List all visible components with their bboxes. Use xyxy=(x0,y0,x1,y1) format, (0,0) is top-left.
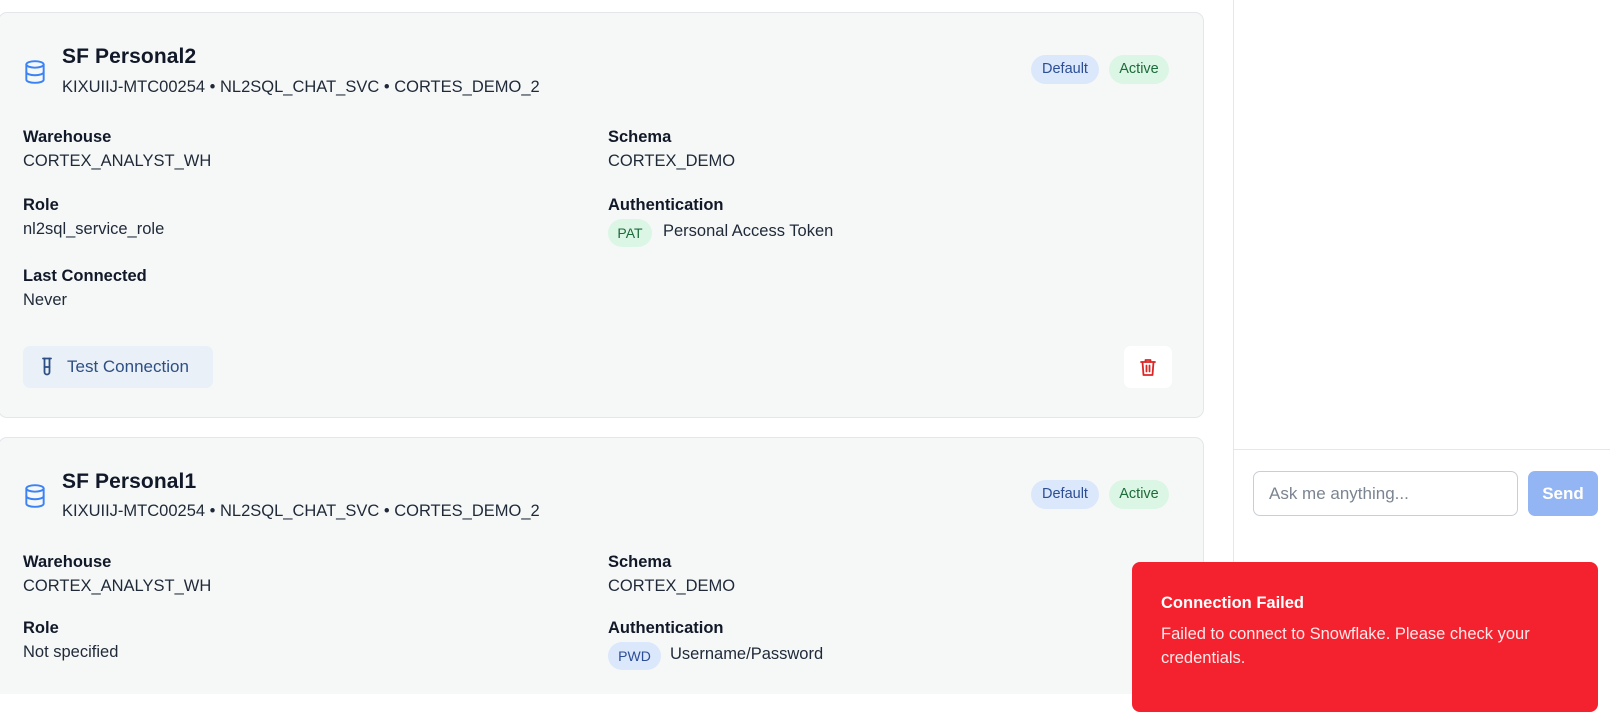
schema-label: Schema xyxy=(608,553,672,571)
connection-name: SF Personal1 xyxy=(62,470,197,493)
authentication-label: Authentication xyxy=(608,619,724,637)
role-value: Not specified xyxy=(23,643,119,661)
schema-value: CORTEX_DEMO xyxy=(608,152,736,170)
error-toast: Connection Failed Failed to connect to S… xyxy=(1132,562,1598,712)
connection-card: SF Personal2 KIXUIIJ-MTC00254 • NL2SQL_C… xyxy=(0,12,1204,418)
active-badge: Active xyxy=(1109,480,1169,509)
warehouse-label: Warehouse xyxy=(23,553,112,571)
role-label: Role xyxy=(23,196,59,214)
test-tube-icon xyxy=(42,357,52,376)
role-value: nl2sql_service_role xyxy=(23,220,165,238)
last-connected-label: Last Connected xyxy=(23,267,147,285)
chat-divider xyxy=(1234,449,1610,450)
authentication-label: Authentication xyxy=(608,196,724,214)
schema-label: Schema xyxy=(608,128,672,146)
trash-icon xyxy=(1140,359,1156,376)
connection-name: SF Personal2 xyxy=(62,45,197,68)
warehouse-value: CORTEX_ANALYST_WH xyxy=(23,577,212,595)
connection-subtitle: KIXUIIJ-MTC00254 • NL2SQL_CHAT_SVC • COR… xyxy=(62,502,540,520)
connections-panel: SF Personal2 KIXUIIJ-MTC00254 • NL2SQL_C… xyxy=(0,0,1233,694)
chat-input[interactable] xyxy=(1253,471,1518,516)
connection-subtitle: KIXUIIJ-MTC00254 • NL2SQL_CHAT_SVC • COR… xyxy=(62,78,540,96)
warehouse-value: CORTEX_ANALYST_WH xyxy=(23,152,212,170)
auth-type-tag: PAT xyxy=(608,219,652,247)
auth-type-tag: PWD xyxy=(608,642,661,670)
default-badge: Default xyxy=(1031,55,1099,84)
auth-type-text: Personal Access Token xyxy=(663,222,834,240)
send-button[interactable]: Send xyxy=(1528,471,1598,516)
database-icon xyxy=(25,60,45,84)
auth-type-text: Username/Password xyxy=(670,645,824,663)
database-icon xyxy=(25,484,45,508)
default-badge: Default xyxy=(1031,480,1099,509)
connection-card: SF Personal1 KIXUIIJ-MTC00254 • NL2SQL_C… xyxy=(0,437,1204,694)
last-connected-value: Never xyxy=(23,291,68,309)
active-badge: Active xyxy=(1109,55,1169,84)
warehouse-label: Warehouse xyxy=(23,128,112,146)
schema-value: CORTEX_DEMO xyxy=(608,577,736,595)
toast-title: Connection Failed xyxy=(1161,594,1305,612)
delete-connection-button[interactable] xyxy=(1124,346,1172,388)
toast-message: Failed to connect to Snowflake. Please c… xyxy=(1161,625,1530,667)
test-connection-label: Test Connection xyxy=(67,357,189,376)
test-connection-button[interactable]: Test Connection xyxy=(23,346,213,388)
role-label: Role xyxy=(23,619,59,637)
